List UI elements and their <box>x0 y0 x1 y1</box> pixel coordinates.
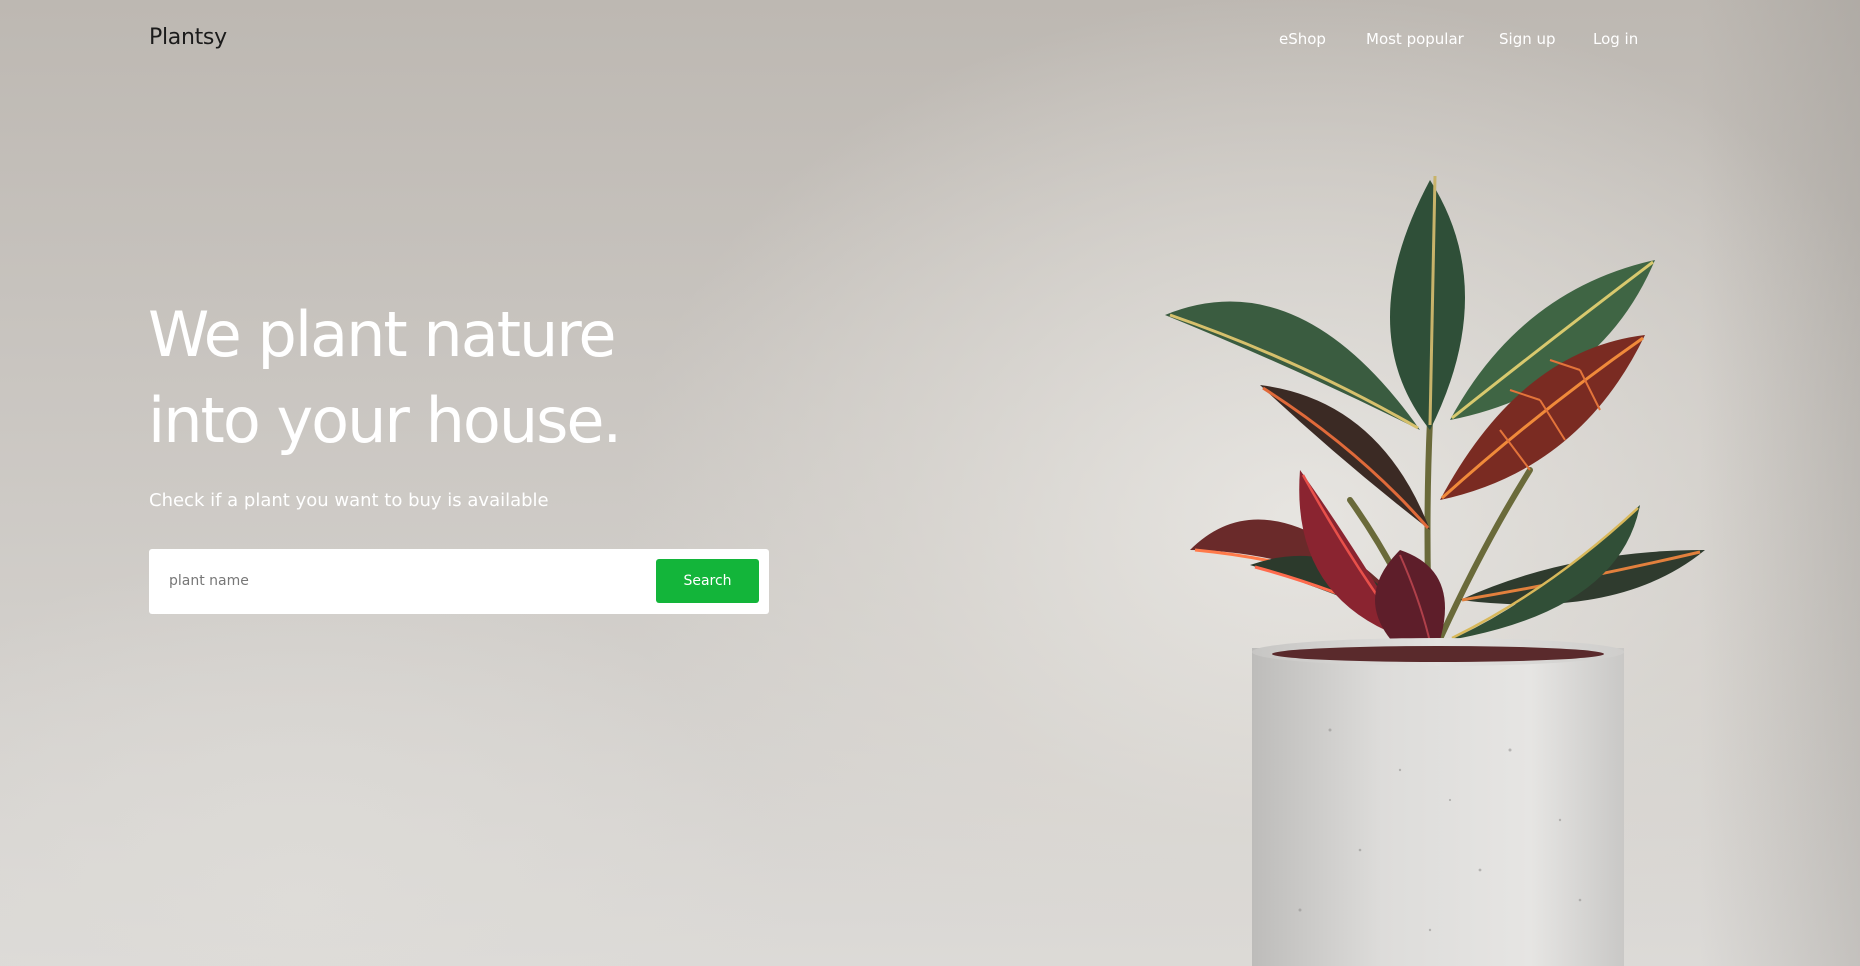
hero-headline: We plant nature into your house. <box>148 292 708 464</box>
nav-link-sign-up[interactable]: Sign up <box>1499 30 1556 48</box>
hero-subline: Check if a plant you want to buy is avai… <box>149 490 549 511</box>
search-form: Search <box>149 549 769 614</box>
hero-headline-line2: into your house. <box>148 384 622 457</box>
plant-search-input[interactable] <box>169 563 639 599</box>
nav-link-log-in[interactable]: Log in <box>1593 30 1638 48</box>
potted-plant-image <box>1165 175 1705 966</box>
hero-section <box>0 0 1860 966</box>
nav-link-most-popular[interactable]: Most popular <box>1366 30 1464 48</box>
nav-link-eshop[interactable]: eShop <box>1279 30 1326 48</box>
hero-headline-line1: We plant nature <box>148 298 617 371</box>
main-nav: eShop Most popular Sign up Log in <box>0 30 1860 54</box>
search-button[interactable]: Search <box>656 559 759 603</box>
